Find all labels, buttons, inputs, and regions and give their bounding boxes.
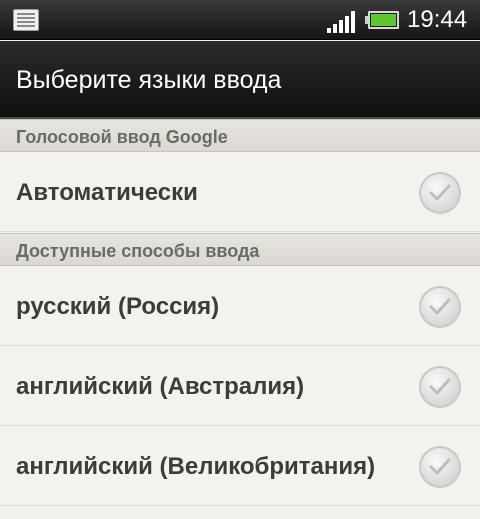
battery-icon [365, 11, 399, 29]
list-item-english-australia[interactable]: английский (Австралия) [0, 346, 480, 426]
list-item-automatic[interactable]: Автоматически [0, 152, 480, 232]
list-item-label: английский (Австралия) [16, 373, 305, 400]
notification-icon[interactable] [13, 9, 39, 31]
checkbox-icon[interactable] [418, 365, 462, 409]
list-item-label: Автоматически [16, 179, 198, 206]
checkbox-icon[interactable] [418, 285, 462, 329]
checkbox-icon[interactable] [418, 445, 462, 489]
section-header-voice-input: Голосовой ввод Google [0, 119, 480, 152]
page-title: Выберите языки ввода [16, 66, 282, 94]
status-bar: 19:44 [0, 0, 480, 40]
section-header-available-methods: Доступные способы ввода [0, 233, 480, 266]
section-title: Голосовой ввод Google [16, 127, 228, 147]
list-item-label: английский (Великобритания) [16, 453, 376, 480]
title-bar: Выберите языки ввода [0, 41, 480, 119]
list-item-english-uk[interactable]: английский (Великобритания) [0, 426, 480, 506]
list-item-label: русский (Россия) [16, 293, 220, 320]
list-item-russian-russia[interactable]: русский (Россия) [0, 266, 480, 346]
signal-icon [327, 11, 355, 33]
checkbox-icon[interactable] [418, 171, 462, 215]
status-time: 19:44 [407, 6, 468, 33]
section-title: Доступные способы ввода [16, 241, 260, 261]
